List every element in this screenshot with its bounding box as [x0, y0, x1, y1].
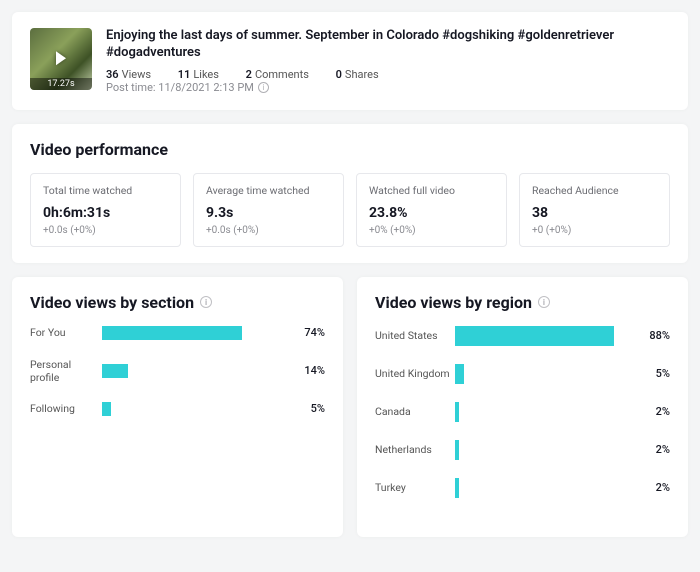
bar-row: For You 74%	[30, 326, 325, 340]
views-by-section-card: Video views by section i For You 74% Perso…	[12, 277, 343, 537]
bar-track	[455, 478, 636, 498]
bar-row: Canada 2%	[375, 402, 670, 422]
bar-value: 14%	[291, 364, 325, 377]
video-stats-row: 36Views 11Likes 2Comments 0Shares	[106, 68, 670, 81]
bar-value: 2%	[636, 405, 670, 418]
video-thumbnail[interactable]: 17.27s	[30, 28, 92, 90]
bar-track	[455, 326, 636, 346]
metric-avg-time: Average time watched 9.3s +0.0s (+0%)	[193, 173, 344, 247]
bar-track	[102, 402, 291, 416]
info-icon[interactable]: i	[258, 82, 269, 93]
section-chart-title: Video views by section i	[30, 293, 325, 312]
section-chart: For You 74% Personal profile 14% Following 5%	[30, 326, 325, 416]
bar-label: Following	[30, 402, 102, 415]
bar-row: Turkey 2%	[375, 478, 670, 498]
bar-value: 5%	[291, 402, 325, 415]
video-performance-card: Video performance Total time watched 0h:…	[12, 124, 688, 263]
bar-row: Personal profile 14%	[30, 358, 325, 384]
bar-track	[102, 364, 291, 378]
bar-fill	[102, 364, 128, 378]
bar-label: United Kingdom	[375, 367, 455, 380]
bar-fill	[455, 440, 459, 460]
bar-track	[455, 440, 636, 460]
bar-row: Netherlands 2%	[375, 440, 670, 460]
performance-title: Video performance	[30, 140, 670, 159]
bar-row: United States 88%	[375, 326, 670, 346]
comments-stat: 2Comments	[246, 68, 321, 81]
performance-metrics: Total time watched 0h:6m:31s +0.0s (+0%)…	[30, 173, 670, 247]
bar-value: 88%	[636, 329, 670, 342]
info-icon[interactable]: i	[200, 296, 212, 308]
bar-fill	[102, 402, 111, 416]
bar-track	[455, 364, 636, 384]
info-icon[interactable]: i	[538, 296, 550, 308]
bar-label: United States	[375, 329, 455, 342]
bar-fill	[455, 364, 464, 384]
bar-track	[102, 326, 291, 340]
bar-value: 74%	[291, 326, 325, 339]
bar-value: 2%	[636, 443, 670, 456]
bar-row: Following 5%	[30, 402, 325, 416]
bar-fill	[455, 402, 459, 422]
region-chart-title: Video views by region i	[375, 293, 670, 312]
bar-label: For You	[30, 326, 102, 339]
play-icon	[56, 51, 66, 65]
bar-fill	[455, 326, 614, 346]
likes-stat: 11Likes	[178, 68, 231, 81]
bar-value: 5%	[636, 367, 670, 380]
post-time: Post time: 11/8/2021 2:13 PM i	[106, 81, 670, 94]
region-chart: United States 88% United Kingdom 5% Canada 2%…	[375, 326, 670, 498]
bar-label: Netherlands	[375, 443, 455, 456]
bar-row: United Kingdom 5%	[375, 364, 670, 384]
metric-watched-full: Watched full video 23.8% +0% (+0%)	[356, 173, 507, 247]
bar-label: Personal profile	[30, 358, 102, 384]
bar-label: Canada	[375, 405, 455, 418]
bar-value: 2%	[636, 481, 670, 494]
views-by-region-card: Video views by region i United States 88%…	[357, 277, 688, 537]
bar-label: Turkey	[375, 481, 455, 494]
bar-track	[455, 402, 636, 422]
views-stat: 36Views	[106, 68, 163, 81]
shares-stat: 0Shares	[336, 68, 391, 81]
bar-fill	[455, 478, 459, 498]
metric-total-time: Total time watched 0h:6m:31s +0.0s (+0%)	[30, 173, 181, 247]
metric-reached: Reached Audience 38 +0 (+0%)	[519, 173, 670, 247]
video-duration: 17.27s	[30, 78, 92, 90]
video-header-card: 17.27s Enjoying the last days of summer.…	[12, 12, 688, 110]
video-title: Enjoying the last days of summer. Septem…	[106, 28, 670, 62]
bar-fill	[102, 326, 242, 340]
